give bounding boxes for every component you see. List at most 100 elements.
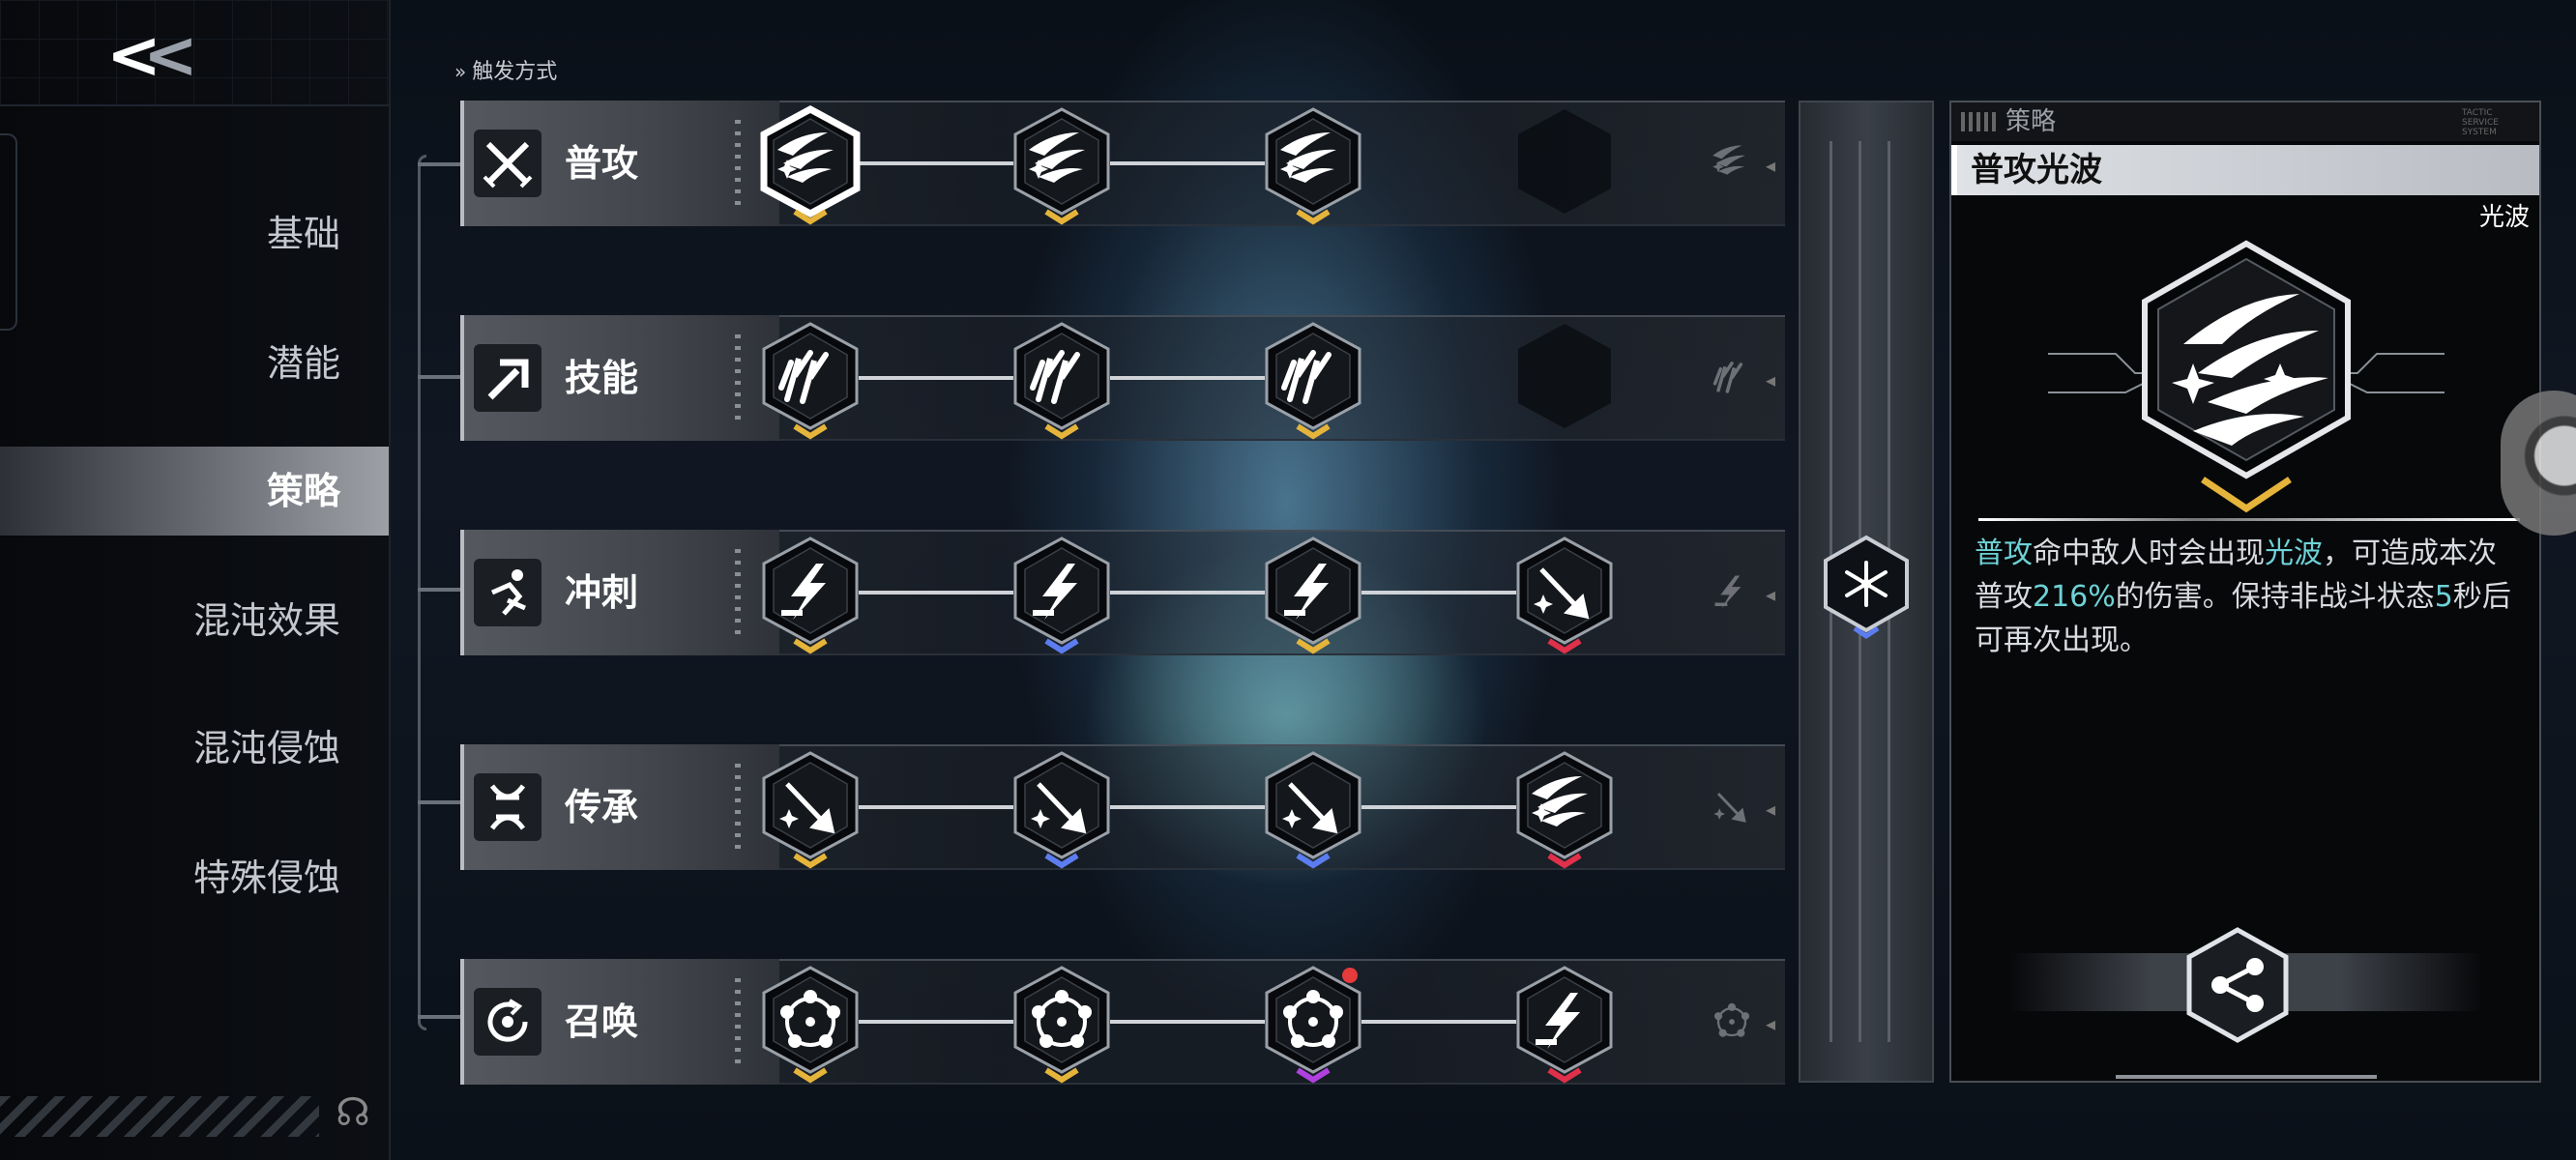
panel-title: 普攻光波 (1971, 151, 2102, 189)
strategy-node[interactable] (1255, 749, 1371, 869)
spear-spark-icon (1013, 751, 1110, 869)
wave-burst-icon (1516, 751, 1613, 869)
strategy-row: 技能 ◂ (460, 315, 1785, 441)
row-category-label: 技能 (565, 357, 639, 399)
snowflake-icon (1824, 535, 1909, 640)
detail-panel: 策略 TACTIC SERVICE SYSTEM 普攻光波 光波 普攻命中敌人时… (1949, 101, 2541, 1083)
strategy-node[interactable] (1507, 964, 1623, 1084)
strategy-node[interactable] (752, 105, 868, 225)
dash-runner-icon (474, 559, 542, 626)
empty-slot (1518, 324, 1611, 428)
trigger-mode-toggle[interactable]: » 触发方式 (454, 54, 557, 85)
strategy-row: 普攻 ◂ (460, 101, 1785, 226)
avatar[interactable] (2501, 391, 2576, 536)
bus-tick (418, 1015, 460, 1019)
row-category[interactable]: 普攻 (460, 101, 779, 226)
strategy-node[interactable] (1255, 964, 1371, 1084)
divider (0, 104, 389, 106)
strategy-node[interactable] (1004, 749, 1120, 869)
bus-tick (418, 162, 460, 166)
strategy-node[interactable] (1507, 535, 1623, 654)
strategy-node[interactable] (752, 320, 868, 440)
row-category-label: 冲刺 (565, 571, 639, 614)
strategy-node[interactable] (752, 964, 868, 1084)
claw-slash-flower-icon (1013, 322, 1110, 440)
panel-tag-label: 策略 (2005, 107, 2057, 136)
bus-tick (418, 375, 460, 379)
row-category[interactable]: 召唤 (460, 959, 779, 1085)
locked-preview-icon (1698, 130, 1766, 197)
arrow-left-icon: ◂ (1766, 1012, 1776, 1035)
strategy-node[interactable] (1004, 964, 1120, 1084)
back-chevron-icon: < (143, 17, 198, 94)
lightning-dash-spark-icon (1013, 536, 1110, 654)
bus-tick (418, 800, 460, 804)
spear-star-icon (762, 751, 859, 869)
sidebar: < < 基础 潜能 策略 混沌效果 混沌侵蚀 特殊侵蚀 ☊ (0, 0, 391, 1160)
node-connector (1110, 1020, 1265, 1024)
node-connector (859, 805, 1013, 809)
tree-bus-line (418, 155, 426, 1030)
row-category[interactable]: 传承 (460, 744, 779, 870)
wave-burst-up-icon (1013, 107, 1110, 225)
node-connector (1110, 805, 1265, 809)
panel-tag-small: TACTIC SERVICE SYSTEM (2462, 108, 2499, 137)
lightning-dash-icon (762, 536, 859, 654)
strategy-node[interactable] (1507, 749, 1623, 869)
sidebar-item-strategy[interactable]: 策略 (0, 447, 389, 536)
strategy-description: 普攻命中敌人时会出现光波，可造成本次普攻216%的伤害。保持非战斗状态5秒后可再… (1975, 536, 2511, 657)
wave-burst-icon (2038, 238, 2454, 576)
strategy-node[interactable] (1004, 320, 1120, 440)
sidebar-item-potential[interactable]: 潜能 (0, 319, 389, 408)
snowflake-node[interactable] (1818, 534, 1915, 640)
strategy-node[interactable] (1255, 105, 1371, 225)
node-connector (1110, 376, 1265, 380)
node-connector (859, 161, 1013, 165)
panel-titlebar: 普攻光波 (1951, 145, 2539, 195)
empty-slot (1518, 109, 1611, 214)
ring-orb-plus-icon (1265, 966, 1361, 1084)
sidebar-item-chaos-erosion[interactable]: 混沌侵蚀 (0, 704, 389, 793)
spear-strike-icon (1516, 536, 1613, 654)
lightning-dash-icon (1516, 966, 1613, 1084)
strategy-node[interactable] (1004, 105, 1120, 225)
decor-dots (735, 549, 741, 636)
row-category-label: 召唤 (565, 1000, 639, 1043)
row-category[interactable]: 冲刺 (460, 530, 779, 655)
summon-circle-icon (474, 988, 542, 1056)
dna-helix-icon (474, 773, 542, 841)
row-category-label: 普攻 (565, 142, 639, 185)
sidebar-item-basic[interactable]: 基础 (0, 189, 389, 278)
trigger-mode-label: 触发方式 (472, 60, 558, 84)
arrow-left-icon: ◂ (1766, 798, 1776, 821)
share-button[interactable] (2180, 924, 2296, 1050)
strategy-row: 冲刺 ◂ (460, 530, 1785, 655)
back-button[interactable]: < < (106, 17, 213, 94)
claw-slash-gear-icon (1265, 322, 1361, 440)
empty-slot (1507, 320, 1623, 436)
locked-preview-icon (1698, 773, 1766, 841)
panel-tag: 策略 TACTIC SERVICE SYSTEM (1951, 102, 2539, 141)
bottom-indicator (2116, 1075, 2377, 1079)
decor-dots (735, 978, 741, 1065)
crossed-swords-icon (474, 130, 542, 197)
skill-arrow-icon (474, 344, 542, 412)
ring-orb-icon (762, 966, 859, 1084)
sidebar-item-special-erosion[interactable]: 特殊侵蚀 (0, 833, 389, 922)
node-connector (859, 376, 1013, 380)
wave-burst-clock-icon (1265, 107, 1361, 225)
sidebar-item-chaos-effect[interactable]: 混沌效果 (0, 576, 389, 665)
row-category[interactable]: 技能 (460, 315, 779, 441)
strategy-node[interactable] (1004, 535, 1120, 654)
strategy-node[interactable] (1255, 535, 1371, 654)
strategy-node[interactable] (752, 749, 868, 869)
row-category-label: 传承 (565, 786, 639, 828)
node-connector (1110, 161, 1265, 165)
share-icon (2186, 927, 2289, 1043)
locked-preview-icon (1698, 559, 1766, 626)
strategy-node[interactable] (1255, 320, 1371, 440)
chat-bubble-icon[interactable]: ☊ (329, 1088, 377, 1137)
locked-preview-icon (1698, 344, 1766, 412)
strategy-node[interactable] (752, 535, 868, 654)
ring-orb-icon (1013, 966, 1110, 1084)
